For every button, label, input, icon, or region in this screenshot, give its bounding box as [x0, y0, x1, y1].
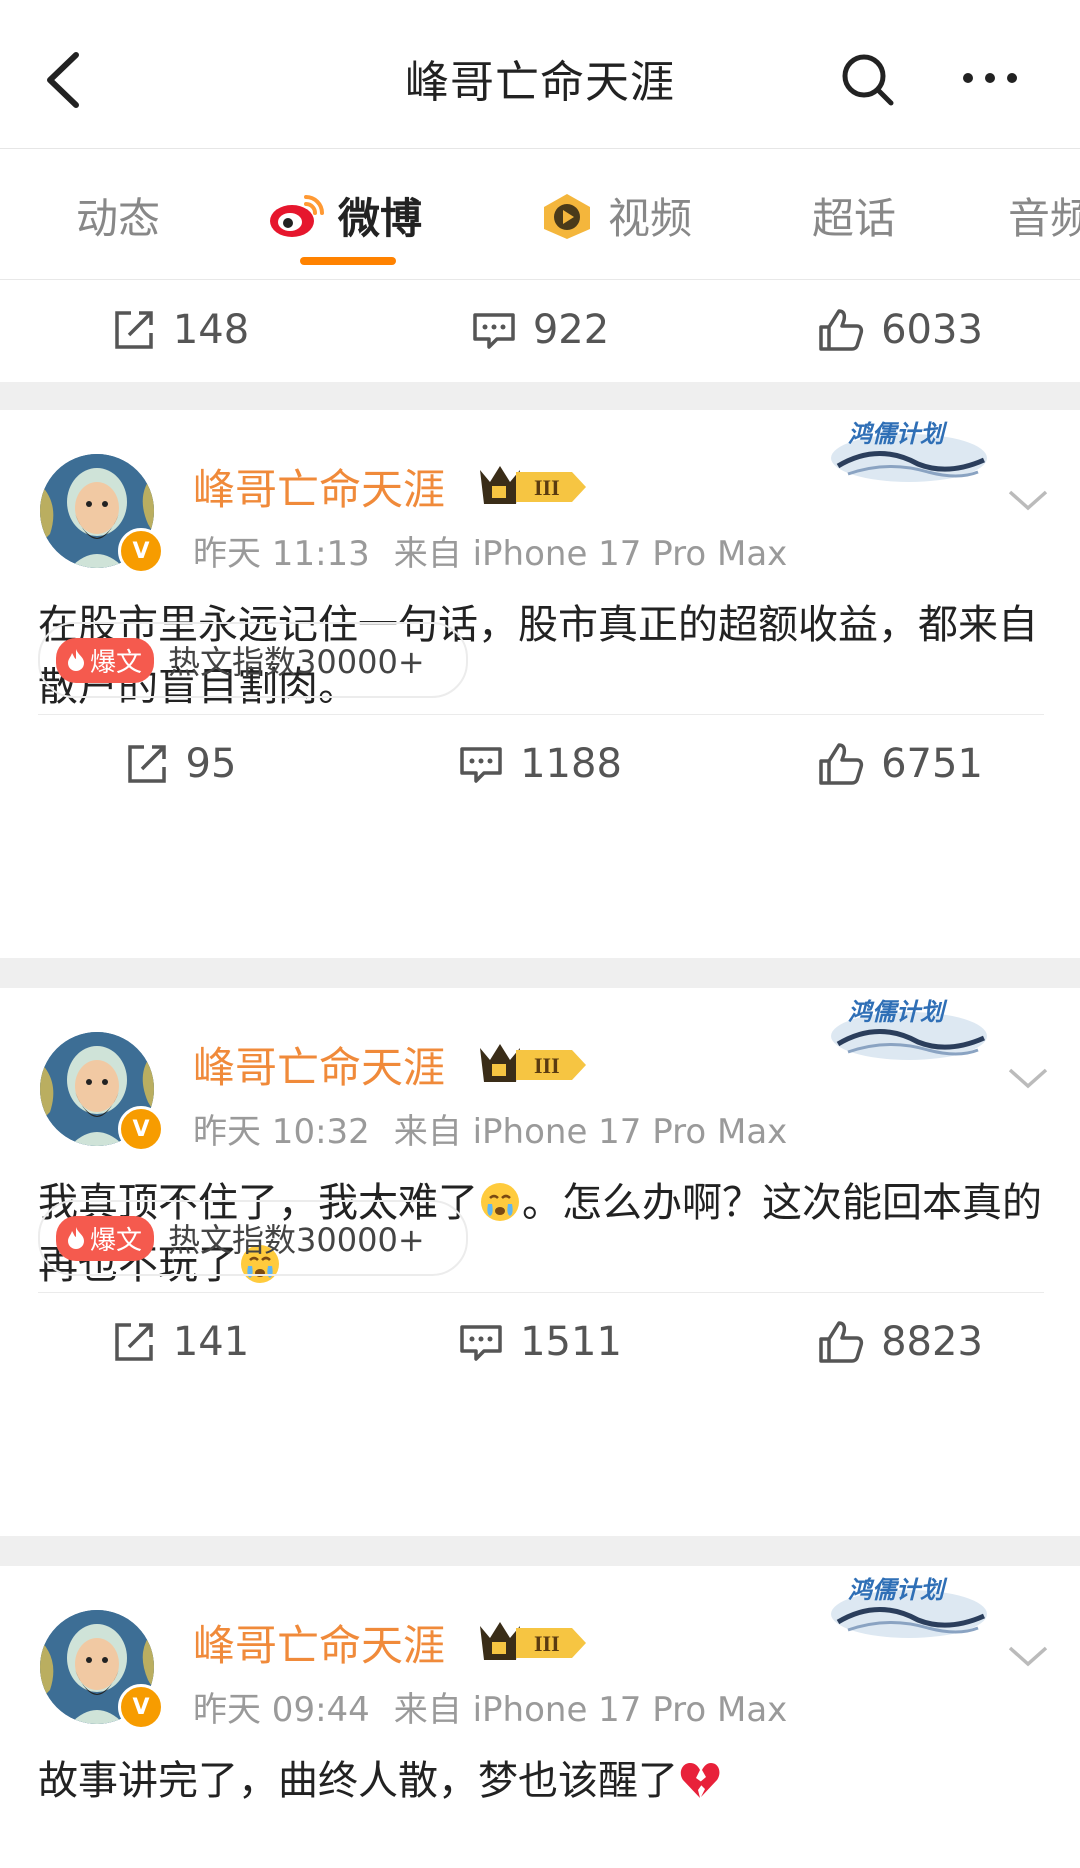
repost-count: 95	[185, 741, 237, 787]
like-button[interactable]: 8823	[720, 1292, 1080, 1392]
hot-tag-badge: 爆文	[56, 637, 155, 683]
chevron-down-icon[interactable]	[1006, 486, 1050, 514]
previous-post-actions: 148 922 6033	[0, 280, 1080, 382]
author-name[interactable]: 峰哥亡命天涯	[193, 456, 445, 517]
post-card[interactable]: V 峰哥亡命天涯 III 昨天 09:44 来自 iPhone 17 Pro Ma…	[0, 1566, 1080, 1868]
like-button[interactable]: 6751	[720, 714, 1080, 814]
tab-audio[interactable]: 音频	[1008, 185, 1080, 246]
repost-count: 141	[172, 1319, 250, 1365]
member-crown-icon[interactable]: III	[476, 1040, 590, 1090]
comment-count: 1188	[520, 741, 622, 787]
hongru-program-badge[interactable]: 鸿儒计划	[828, 406, 990, 488]
video-logo-icon	[544, 193, 590, 239]
search-icon[interactable]	[838, 50, 898, 110]
hot-index-text: 热文指数30000+	[168, 1221, 425, 1259]
like-button[interactable]: 6033	[720, 280, 1080, 380]
hot-article-pill[interactable]: 爆文 热文指数30000+	[38, 1200, 468, 1276]
weibo-logo-icon	[270, 194, 324, 237]
tab-dynamic[interactable]: 动态	[76, 185, 160, 246]
like-thumb-icon	[819, 309, 864, 351]
badge-label: 鸿儒计划	[848, 999, 948, 1026]
repost-count: 148	[172, 307, 250, 353]
hot-tag-label: 爆文	[90, 647, 143, 678]
comment-button[interactable]: 1188	[360, 714, 720, 814]
post-time: 昨天 11:13	[193, 534, 370, 574]
comment-count: 922	[532, 307, 610, 353]
hot-index-text: 热文指数30000+	[168, 643, 425, 681]
hongru-program-badge[interactable]: 鸿儒计划	[828, 1562, 990, 1644]
repost-icon	[115, 1323, 153, 1361]
more-options-icon[interactable]	[958, 58, 1022, 98]
verified-badge-icon: V	[118, 528, 164, 574]
post-card[interactable]: V 峰哥亡命天涯 III 昨天 10:32 来自 iPhone 17 Pro Ma…	[0, 988, 1080, 1536]
repost-icon	[115, 311, 153, 349]
post-actions: 95 1188 6751	[0, 714, 1080, 814]
comment-icon	[473, 313, 515, 349]
svg-text:III: III	[534, 1631, 560, 1656]
comment-icon	[460, 747, 502, 783]
like-thumb-icon	[819, 1321, 864, 1363]
badge-label: 鸿儒计划	[848, 421, 948, 448]
tab-super-topic[interactable]: 超话	[812, 185, 896, 246]
tab-label: 超话	[812, 194, 897, 243]
hot-tag-label: 爆文	[90, 1225, 143, 1256]
tab-label: 视频	[608, 194, 693, 243]
like-thumb-icon	[819, 743, 864, 785]
svg-text:III: III	[534, 475, 560, 500]
tab-label: 动态	[76, 194, 161, 243]
repost-button[interactable]: 148	[0, 280, 360, 380]
post-actions: 141 1511 8823	[0, 1292, 1080, 1392]
verified-badge-icon: V	[118, 1684, 164, 1730]
post-meta: 昨天 09:44 来自 iPhone 17 Pro Max	[193, 1682, 787, 1731]
repost-button[interactable]: 95	[0, 714, 360, 814]
post-card[interactable]: V 峰哥亡命天涯 III 昨天 11:13 来自 iPhone 17 Pro Ma…	[0, 410, 1080, 958]
top-nav-bar: 峰哥亡命天涯	[0, 0, 1080, 149]
post-source: 来自 iPhone 17 Pro Max	[393, 1112, 788, 1152]
like-count: 8823	[881, 1319, 983, 1365]
comment-button[interactable]: 922	[360, 280, 720, 380]
tab-weibo[interactable]: 微博	[268, 185, 422, 246]
chevron-down-icon[interactable]	[1006, 1642, 1050, 1670]
comment-icon	[460, 1325, 502, 1361]
like-count: 6751	[881, 741, 983, 787]
repost-button[interactable]: 141	[0, 1292, 360, 1392]
repost-icon	[127, 745, 166, 783]
author-name[interactable]: 峰哥亡命天涯	[193, 1612, 445, 1673]
comment-count: 1511	[520, 1319, 622, 1365]
post-meta: 昨天 11:13 来自 iPhone 17 Pro Max	[193, 526, 787, 575]
post-source: 来自 iPhone 17 Pro Max	[393, 534, 788, 574]
post-time: 昨天 10:32	[193, 1112, 370, 1152]
post-meta: 昨天 10:32 来自 iPhone 17 Pro Max	[193, 1104, 787, 1153]
hongru-program-badge[interactable]: 鸿儒计划	[828, 984, 990, 1066]
post-text: 故事讲完了，曲终人散，梦也该醒了	[38, 1750, 1048, 1812]
post-source: 来自 iPhone 17 Pro Max	[393, 1690, 788, 1730]
active-tab-indicator	[300, 257, 396, 265]
member-crown-icon[interactable]: III	[476, 1618, 590, 1668]
verified-badge-icon: V	[118, 1106, 164, 1152]
author-name[interactable]: 峰哥亡命天涯	[193, 1034, 445, 1095]
like-count: 6033	[881, 307, 983, 353]
tab-label: 音频	[1008, 194, 1080, 243]
profile-tabs: 动态 微博 视频 超话 音频	[0, 149, 1080, 280]
crying-emoji-icon	[481, 1183, 519, 1221]
tab-label: 微博	[338, 194, 423, 243]
flame-icon	[68, 649, 84, 671]
member-crown-icon[interactable]: III	[476, 462, 590, 512]
chevron-down-icon[interactable]	[1006, 1064, 1050, 1092]
broken-heart-icon	[680, 1763, 720, 1798]
badge-label: 鸿儒计划	[848, 1577, 948, 1604]
post-time: 昨天 09:44	[193, 1690, 370, 1730]
tab-video[interactable]: 视频	[538, 185, 692, 246]
post-text-part: 故事讲完了，曲终人散，梦也该醒了	[38, 1758, 678, 1804]
hot-article-pill[interactable]: 爆文 热文指数30000+	[38, 622, 468, 698]
flame-icon	[68, 1227, 84, 1249]
svg-text:III: III	[534, 1053, 560, 1078]
hot-tag-badge: 爆文	[56, 1215, 155, 1261]
comment-button[interactable]: 1511	[360, 1292, 720, 1392]
page-title: 峰哥亡命天涯	[405, 57, 675, 108]
